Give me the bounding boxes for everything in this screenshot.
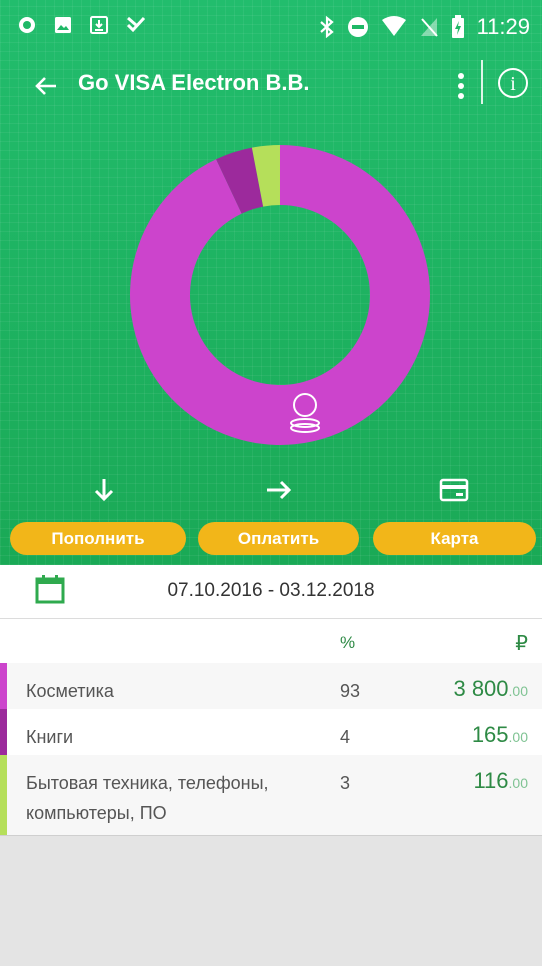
pay-icon-button[interactable]	[259, 470, 299, 510]
clock: 11:29	[476, 14, 530, 39]
arrow-right-icon	[267, 480, 292, 500]
date-range[interactable]: 07.10.2016 - 03.12.2018	[0, 580, 542, 602]
category-donut-chart[interactable]	[128, 143, 432, 447]
category-row[interactable]: Книги 4 165.00	[0, 709, 542, 755]
amount-decimal: .00	[508, 729, 528, 745]
verified-icon	[126, 16, 146, 33]
no-sim-icon	[420, 18, 438, 37]
more-options-button[interactable]	[446, 66, 476, 106]
image-icon	[55, 17, 71, 33]
category-row[interactable]: Косметика 93 3 800.00	[0, 663, 542, 709]
info-button[interactable]: i	[496, 66, 530, 100]
info-icon: i	[498, 68, 528, 98]
category-percent: 4	[340, 727, 351, 747]
do-not-disturb-icon	[347, 17, 368, 37]
credit-card-icon	[439, 478, 469, 502]
amount-integer: 116	[473, 768, 509, 793]
page-title: Go VISA Electron B.B.	[78, 70, 310, 95]
battery-charging-icon	[451, 15, 464, 38]
category-color-marker	[0, 709, 7, 755]
category-name: Книги	[26, 727, 74, 747]
app-bar: Go VISA Electron B.B. i	[0, 58, 542, 114]
arrow-back-icon	[35, 77, 56, 95]
bluetooth-icon	[319, 16, 334, 38]
category-color-marker	[0, 663, 7, 709]
app-notification-icon	[19, 17, 35, 33]
back-button[interactable]	[26, 66, 66, 106]
divider	[481, 60, 483, 104]
card-icon-button[interactable]	[434, 470, 474, 510]
category-name: Косметика	[26, 681, 114, 701]
category-amount: 165.00	[472, 720, 528, 752]
amount-integer: 3 800	[453, 676, 509, 701]
more-vert-icon	[458, 73, 464, 99]
wifi-icon	[381, 16, 406, 36]
category-color-marker	[0, 755, 7, 835]
currency-column-header: ₽	[515, 633, 528, 655]
pay-button[interactable]: Оплатить	[198, 522, 359, 555]
category-amount: 116.00	[473, 766, 528, 798]
account-header: 11:29 Go VISA Electron B.B. i Пополнить …	[0, 0, 542, 565]
topup-button[interactable]: Пополнить	[10, 522, 186, 555]
category-row[interactable]: Бытовая техника, телефоны, компьютеры, П…	[0, 755, 542, 835]
amount-integer: 165	[471, 722, 509, 747]
table-header: % ₽	[0, 619, 542, 663]
category-percent: 3	[340, 773, 351, 793]
category-name: Бытовая техника, телефоны, компьютеры, П…	[26, 773, 269, 823]
status-bar: 11:29	[0, 0, 542, 58]
category-amount: 3 800.00	[453, 674, 528, 706]
topup-icon-button[interactable]	[84, 470, 124, 510]
card-button[interactable]: Карта	[373, 522, 536, 555]
spending-panel: 07.10.2016 - 03.12.2018 % ₽ Косметика 93…	[0, 565, 542, 836]
divider	[0, 835, 542, 836]
period-row: 07.10.2016 - 03.12.2018	[0, 565, 542, 619]
category-percent: 93	[340, 681, 361, 701]
download-icon	[90, 16, 108, 34]
amount-decimal: .00	[508, 683, 528, 699]
percent-column-header: %	[340, 633, 356, 652]
arrow-down-icon	[94, 479, 114, 502]
amount-decimal: .00	[508, 775, 528, 791]
svg-text:i: i	[510, 73, 516, 95]
